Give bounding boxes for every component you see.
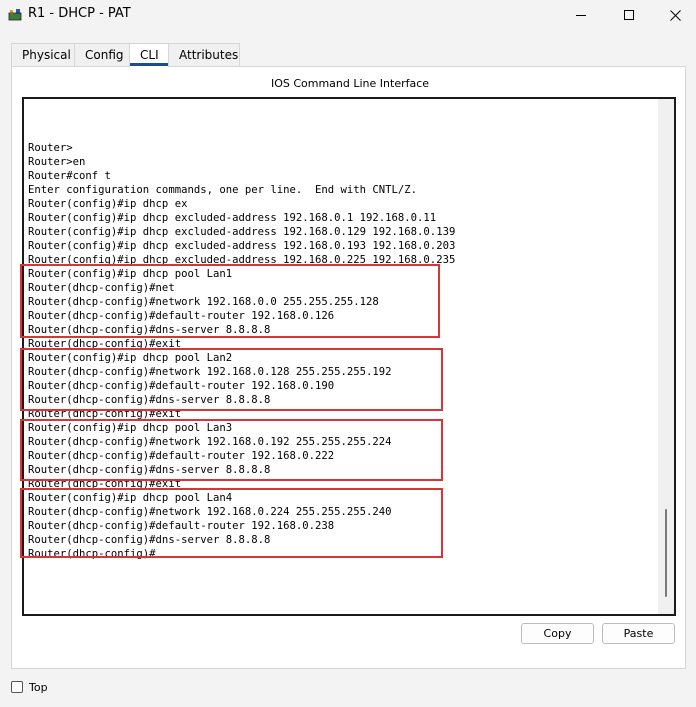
minimize-icon [576,15,586,16]
terminal-output: Router> Router>en Router#conf t Enter confi… [28,141,455,561]
terminal-line: Router(dhcp-config)#default-router 192.1… [28,380,335,392]
terminal-line: Router(dhcp-config)#exit [28,478,182,490]
terminal-line: Router(dhcp-config)#network 192.168.0.0 … [28,296,379,308]
close-button[interactable] [652,0,696,30]
copy-button[interactable]: Copy [521,623,594,644]
top-checkbox-label: Top [29,681,48,694]
terminal-line: Router(dhcp-config)#network 192.168.0.12… [28,366,392,378]
terminal-line: Router> [28,142,73,154]
minimize-button[interactable] [558,0,604,30]
terminal-line: Router(config)#ip dhcp pool Lan2 [28,352,233,364]
maximize-icon [624,10,634,20]
tab-config[interactable]: Config [74,43,130,66]
top-checkbox[interactable] [11,681,23,693]
terminal-line: Enter configuration commands, one per li… [28,184,418,196]
tab-bar: Physical Config CLI Attributes [11,43,240,67]
terminal-line: Router(config)#ip dhcp excluded-address … [28,212,437,224]
terminal-line: Router(dhcp-config)# [28,548,156,560]
router-app-icon [8,7,22,21]
terminal-line: Router(dhcp-config)#default-router 192.1… [28,520,335,532]
window: R1 - DHCP - PAT Physical Config CLI Attr… [0,0,696,707]
terminal-line: Router(dhcp-config)#network 192.168.0.22… [28,506,392,518]
terminal-line: Router(config)#ip dhcp ex [28,198,188,210]
terminal-line: Router(dhcp-config)#default-router 192.1… [28,310,335,322]
tab-physical[interactable]: Physical [11,43,75,66]
terminal-line: Router(dhcp-config)#dns-server 8.8.8.8 [28,394,271,406]
tab-cli[interactable]: CLI [129,43,169,67]
terminal-line: Router(config)#ip dhcp pool Lan1 [28,268,233,280]
terminal-line: Router(dhcp-config)#exit [28,408,182,420]
cli-heading: IOS Command Line Interface [270,77,430,90]
terminal-line: Router(config)#ip dhcp excluded-address … [28,226,456,238]
terminal-line: Router(config)#ip dhcp pool Lan4 [28,492,233,504]
title-bar[interactable]: R1 - DHCP - PAT [0,0,696,30]
terminal-line: Router(config)#ip dhcp pool Lan3 [28,422,233,434]
terminal-line: Router(dhcp-config)#dns-server 8.8.8.8 [28,324,271,336]
terminal-line: Router(dhcp-config)#exit [28,338,182,350]
tab-attributes[interactable]: Attributes [168,43,240,66]
terminal-line: Router(config)#ip dhcp excluded-address … [28,254,456,266]
terminal-line: Router(config)#ip dhcp excluded-address … [28,240,456,252]
maximize-button[interactable] [606,0,652,30]
terminal-line: Router#conf t [28,170,111,182]
terminal-line: Router>en [28,156,86,168]
terminal-line: Router(dhcp-config)#dns-server 8.8.8.8 [28,534,271,546]
terminal-line: Router(dhcp-config)#dns-server 8.8.8.8 [28,464,271,476]
paste-button[interactable]: Paste [602,623,675,644]
cli-terminal[interactable]: Router> Router>en Router#conf t Enter confi… [22,97,676,616]
window-title: R1 - DHCP - PAT [28,6,131,21]
close-icon [669,9,681,21]
scrollbar-thumb[interactable] [665,509,667,597]
terminal-scrollbar[interactable] [658,99,674,614]
terminal-line: Router(dhcp-config)#net [28,282,175,294]
terminal-line: Router(dhcp-config)#default-router 192.1… [28,450,335,462]
terminal-line: Router(dhcp-config)#network 192.168.0.19… [28,436,392,448]
